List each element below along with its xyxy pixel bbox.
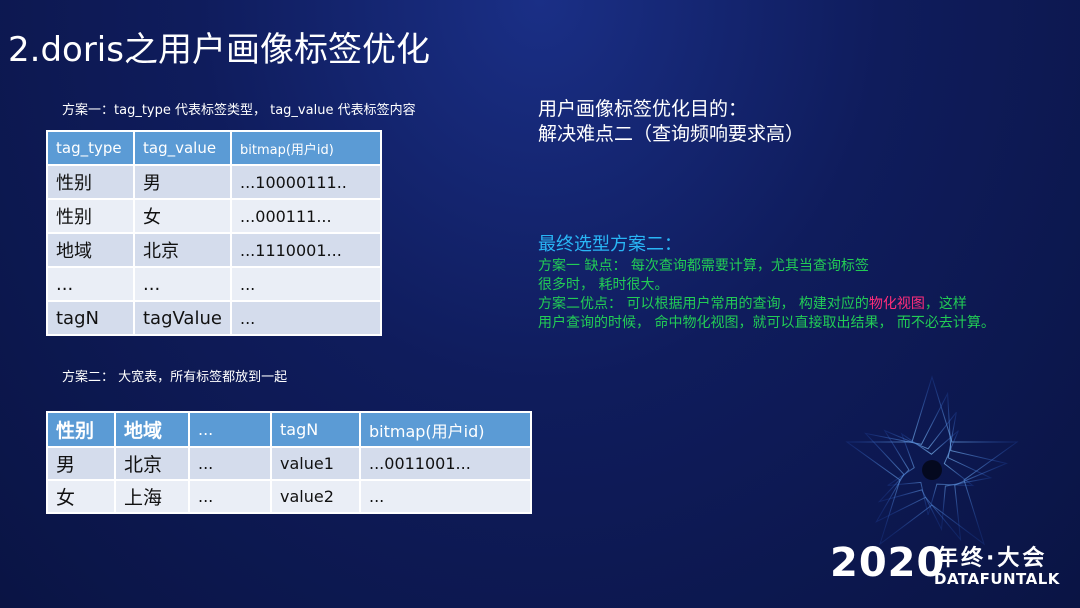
- table-cell: 女: [46, 479, 116, 514]
- table-cell: ...: [359, 479, 532, 514]
- table-cell: tagN: [46, 300, 135, 336]
- table-row: 女 上海 ... value2 ...: [46, 479, 532, 514]
- table-cell: 男: [46, 446, 116, 481]
- table-cell: 女: [133, 198, 232, 234]
- header-cell: tag_type: [46, 130, 135, 166]
- table-cell: tagValue: [133, 300, 232, 336]
- table-cell: value2: [270, 479, 361, 514]
- table-header-row: tag_type tag_value bitmap(用户id): [46, 130, 382, 166]
- table-cell: ...1110001...: [230, 232, 382, 268]
- brand-year: 2020: [830, 540, 946, 586]
- table-cell: ...: [46, 266, 135, 302]
- table-cell: 北京: [114, 446, 190, 481]
- header-cell: 地域: [114, 411, 190, 448]
- table-row: 性别 男 ...10000111..: [46, 164, 382, 200]
- goal-text: 用户画像标签优化目的： 解决难点二（查询频响要求高）: [538, 97, 804, 147]
- header-cell: tag_value: [133, 130, 232, 166]
- table-cell: 男: [133, 164, 232, 200]
- advantage-text-tail: ，这样: [924, 296, 967, 312]
- scheme1-caption: 方案一：tag_type 代表标签类型， tag_value 代表标签内容: [62, 103, 416, 118]
- scheme1-drawback-line2: 很多时， 耗时很大。: [538, 277, 669, 293]
- table-row: 性别 女 ...000111...: [46, 198, 382, 234]
- table-cell: ...: [230, 300, 382, 336]
- table-cell: ...: [230, 266, 382, 302]
- table-cell: ...: [188, 479, 272, 514]
- goal-line-1: 用户画像标签优化目的：: [538, 98, 748, 120]
- brand-english: DATAFUNTALK: [934, 570, 1060, 588]
- header-cell: 性别: [46, 411, 116, 448]
- table-cell: ...0011001...: [359, 446, 532, 481]
- header-cell: tagN: [270, 411, 361, 448]
- table-cell: ...: [188, 446, 272, 481]
- table-row: ... ... ...: [46, 266, 382, 302]
- goal-line-2: 解决难点二（查询频响要求高）: [538, 123, 805, 145]
- table-cell: 性别: [46, 164, 135, 200]
- header-cell: bitmap(用户id): [230, 130, 382, 166]
- final-choice-heading: 最终选型方案二：: [538, 234, 682, 255]
- table-cell: ...: [133, 266, 232, 302]
- table-cell: 地域: [46, 232, 135, 268]
- brand-chinese: 年终·大会: [936, 546, 1048, 571]
- page-title: 2.doris之用户画像标签优化: [8, 30, 430, 70]
- scheme2-advantage-line2: 用户查询的时候， 命中物化视图，就可以直接取出结果， 而不必去计算。: [538, 315, 995, 331]
- table-cell: 北京: [133, 232, 232, 268]
- header-cell: ...: [188, 411, 272, 448]
- scheme2-table: 性别 地域 ... tagN bitmap(用户id) 男 北京 ... val…: [46, 411, 532, 514]
- table-cell: ...10000111..: [230, 164, 382, 200]
- table-row: 地域 北京 ...1110001...: [46, 232, 382, 268]
- table-cell: value1: [270, 446, 361, 481]
- scheme1-table: tag_type tag_value bitmap(用户id) 性别 男 ...…: [46, 130, 382, 336]
- materialized-view-highlight: 物化视图: [868, 296, 925, 312]
- scheme2-caption: 方案二： 大宽表，所有标签都放到一起: [62, 370, 288, 385]
- advantage-text: 方案二优点： 可以根据用户常用的查询， 构建对应的: [538, 296, 869, 312]
- table-row: 男 北京 ... value1 ...0011001...: [46, 446, 532, 481]
- table-cell: 上海: [114, 479, 190, 514]
- table-cell: ...000111...: [230, 198, 382, 234]
- scheme2-advantage-line1: 方案二优点： 可以根据用户常用的查询， 构建对应的物化视图，这样: [538, 293, 967, 313]
- scheme1-drawback-line1: 方案一 缺点： 每次查询都需要计算，尤其当查询标签: [538, 258, 869, 274]
- table-row: tagN tagValue ...: [46, 300, 382, 336]
- table-cell: 性别: [46, 198, 135, 234]
- star-logo-icon: [845, 375, 1019, 546]
- table-header-row: 性别 地域 ... tagN bitmap(用户id): [46, 411, 532, 448]
- header-cell: bitmap(用户id): [359, 411, 532, 448]
